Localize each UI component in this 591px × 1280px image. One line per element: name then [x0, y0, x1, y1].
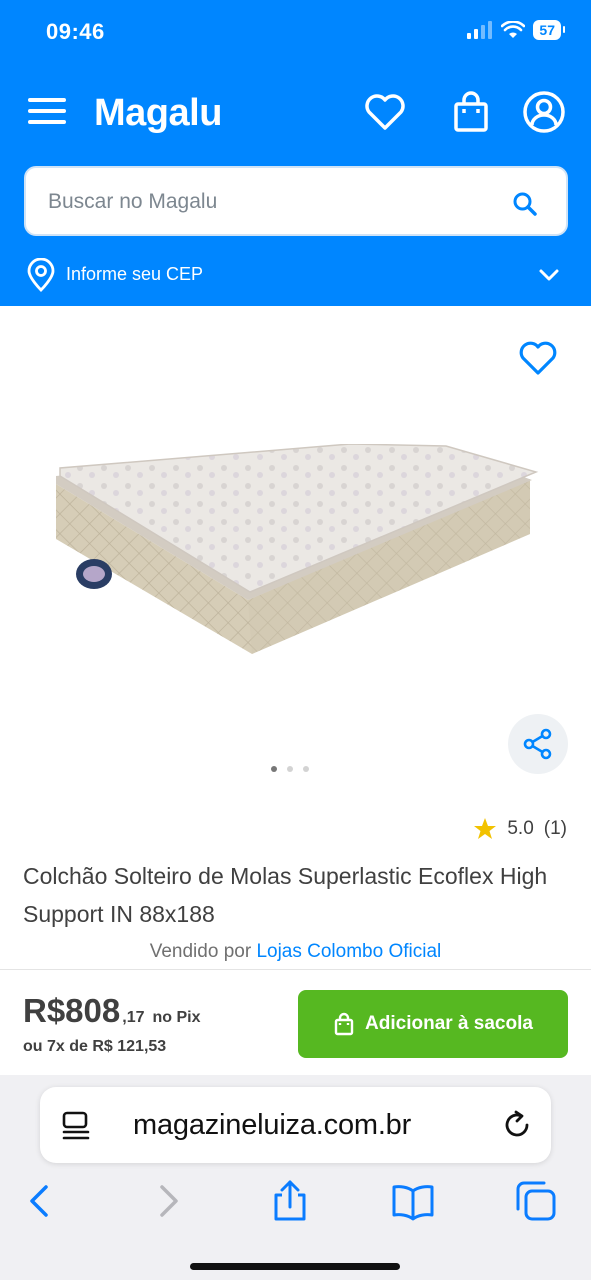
status-icons: 57 — [467, 20, 565, 40]
search-input[interactable] — [48, 186, 488, 218]
rating-value: 5.0 — [507, 818, 534, 839]
rating-count: (1) — [543, 818, 567, 839]
buy-bar: R$808 ,17 no Pix ou 7x de R$ 121,53 Adic… — [0, 969, 591, 1075]
status-time: 09:46 — [46, 19, 105, 44]
gallery-dot[interactable] — [271, 766, 277, 772]
back-icon[interactable] — [18, 1179, 62, 1223]
gallery-pagination — [271, 766, 309, 772]
address-bar[interactable]: magazineluiza.com.br — [40, 1087, 551, 1163]
installments-text: ou 7x de R$ 121,53 — [23, 1038, 167, 1055]
star-icon — [474, 818, 497, 839]
favorites-heart-icon[interactable] — [363, 90, 407, 134]
signal-icon — [467, 21, 493, 39]
cep-label: Informe seu CEP — [66, 264, 204, 284]
seller-prefix: Vendido por — [149, 941, 252, 962]
url-text: magazineluiza.com.br — [133, 1109, 412, 1141]
chevron-down-icon[interactable] — [538, 266, 560, 284]
location-pin-icon — [27, 258, 55, 292]
add-to-bag-label: Adicionar à sacola — [365, 1013, 533, 1034]
add-to-bag-button[interactable]: Adicionar à sacola — [298, 990, 568, 1058]
gallery-dot[interactable] — [303, 766, 309, 772]
menu-icon[interactable] — [26, 96, 68, 126]
site-header: Magalu Informe seu CEP — [0, 62, 591, 306]
product-rating[interactable]: 5.0 (1) — [473, 817, 567, 841]
reload-icon[interactable] — [501, 1109, 533, 1141]
seller-link[interactable]: Lojas Colombo Oficial — [256, 941, 441, 962]
account-icon[interactable] — [522, 90, 566, 134]
reader-mode-icon[interactable] — [60, 1109, 92, 1141]
magalu-logo[interactable]: Magalu — [94, 92, 222, 135]
bookmarks-icon[interactable] — [391, 1179, 435, 1223]
tabs-icon[interactable] — [514, 1179, 558, 1223]
forward-icon[interactable] — [146, 1179, 190, 1223]
search-icon[interactable] — [512, 191, 538, 217]
search-box[interactable] — [24, 166, 568, 236]
status-bar: 09:46 57 — [0, 0, 591, 62]
price: R$808 ,17 no Pix — [23, 992, 201, 1030]
pix-label: no Pix — [152, 1009, 201, 1026]
seller-info: Vendido por Lojas Colombo Oficial — [0, 941, 591, 963]
favorite-heart-icon[interactable] — [518, 340, 558, 378]
browser-toolbar: magazineluiza.com.br — [0, 1075, 591, 1280]
gallery-dot[interactable] — [287, 766, 293, 772]
battery-indicator: 57 — [533, 20, 565, 40]
price-cents: ,17 — [122, 1009, 145, 1026]
share-sheet-icon[interactable] — [268, 1179, 312, 1223]
product-image-mattress — [56, 444, 539, 654]
price-integer: R$808 — [23, 992, 121, 1029]
home-indicator[interactable] — [190, 1263, 400, 1270]
shopping-bag-icon[interactable] — [449, 90, 493, 134]
cep-selector[interactable]: Informe seu CEP — [26, 258, 566, 292]
product-gallery[interactable] — [0, 306, 591, 806]
shopping-bag-icon — [334, 1012, 354, 1036]
product-title: Colchão Solteiro de Molas Superlastic Ec… — [23, 863, 548, 927]
share-icon — [523, 728, 552, 760]
wifi-icon — [501, 21, 526, 38]
share-button[interactable] — [508, 714, 568, 774]
